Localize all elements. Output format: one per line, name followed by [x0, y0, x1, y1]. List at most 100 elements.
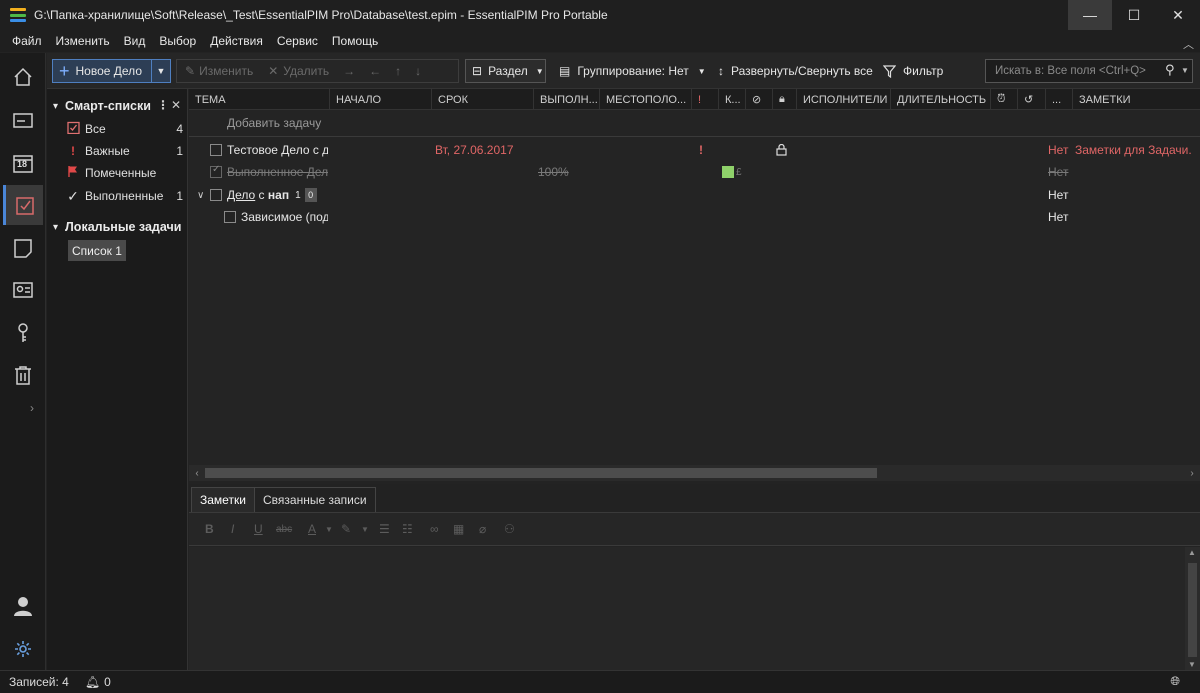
tab-notes[interactable]: Заметки — [191, 487, 255, 512]
smart-list-important[interactable]: ! Важные 1 — [65, 141, 183, 161]
link-icon[interactable]: ∞ — [430, 522, 439, 536]
smart-list-flagged[interactable]: Помеченные — [65, 163, 183, 183]
column-attachment[interactable]: ⊘ — [745, 89, 772, 110]
local-tasks-header[interactable]: ▾ Локальные задачи — [53, 217, 181, 237]
calendar-link-icon[interactable]: ▦ — [453, 522, 464, 536]
menu-tools[interactable]: Сервис — [270, 34, 325, 48]
home-icon[interactable] — [3, 57, 43, 97]
smart-list-all[interactable]: Все 4 — [65, 119, 183, 139]
column-duration[interactable]: ДЛИТЕЛЬНОСТЬ — [890, 89, 990, 110]
bullet-list-icon[interactable]: ☰ — [379, 522, 390, 536]
chevron-down-icon[interactable]: ▼ — [361, 525, 369, 534]
menu-select[interactable]: Выбор — [152, 34, 203, 48]
chevron-down-icon[interactable]: ▼ — [1181, 66, 1189, 75]
scrollbar-thumb[interactable] — [205, 468, 877, 478]
close-panel-icon[interactable]: ✕ — [171, 98, 181, 112]
edit-button[interactable]: Изменить — [199, 64, 253, 78]
vertical-scrollbar[interactable]: ▲ ▼ — [1185, 547, 1200, 670]
user-icon[interactable] — [3, 586, 43, 626]
font-color-button[interactable]: A — [308, 522, 316, 536]
column-notes[interactable]: ЗАМЕТКИ — [1072, 89, 1200, 110]
column-reminder[interactable]: ⏰︎ — [990, 89, 1017, 110]
column-recurrence[interactable]: ↺ — [1017, 89, 1045, 110]
column-start[interactable]: НАЧАЛО — [329, 89, 431, 110]
notes-icon[interactable] — [3, 228, 43, 268]
chevron-down-icon[interactable]: ▼ — [151, 60, 170, 82]
bold-button[interactable]: B — [205, 522, 214, 536]
column-due[interactable]: СРОК — [431, 89, 533, 110]
underline-button[interactable]: U — [254, 522, 263, 536]
column-category[interactable]: К... — [718, 89, 745, 110]
arrow-up-icon[interactable]: ↑ — [395, 64, 401, 78]
expand-collapse-button[interactable]: ↕ Развернуть/Свернуть все — [718, 59, 873, 83]
task-checkbox[interactable] — [210, 164, 222, 178]
tasks-icon[interactable] — [3, 185, 43, 225]
menu-file[interactable]: Файл — [5, 34, 49, 48]
column-priority[interactable]: ! — [691, 89, 718, 110]
settings-icon[interactable] — [3, 629, 43, 669]
task-checkbox[interactable] — [210, 144, 222, 156]
grouping-button[interactable]: ▤ Группирование: Нет ▼ — [559, 59, 706, 83]
bell-icon[interactable]: 🔔︎ — [85, 675, 100, 689]
section-button[interactable]: ⊟ Раздел ▼ — [465, 59, 546, 83]
tab-related-records[interactable]: Связанные записи — [254, 487, 376, 512]
menu-help[interactable]: Помощь — [325, 34, 385, 48]
column-more[interactable]: ... — [1045, 89, 1072, 110]
table-row[interactable]: ∨ Дело с нап 1 0 Нет — [189, 184, 1200, 206]
arrow-left-icon[interactable]: ← — [369, 64, 381, 78]
delete-button[interactable]: Удалить — [283, 64, 329, 78]
scrollbar-thumb[interactable] — [1188, 563, 1197, 657]
column-location[interactable]: МЕСТОПОЛО... — [599, 89, 691, 110]
contacts-icon[interactable] — [3, 270, 43, 310]
column-lock[interactable]: 🔒︎ — [772, 89, 796, 110]
column-subject[interactable]: ТЕМА — [189, 89, 329, 110]
maximize-button[interactable]: ☐ — [1112, 0, 1156, 30]
highlight-icon[interactable]: ✎ — [341, 522, 351, 536]
attachment-icon[interactable]: ⌀ — [479, 522, 486, 536]
task-list-item[interactable]: Список 1 — [68, 240, 126, 261]
arrow-down-icon[interactable]: ↓ — [415, 64, 421, 78]
chevron-down-icon[interactable]: ∨ — [197, 184, 209, 206]
italic-button[interactable]: I — [231, 522, 234, 536]
new-task-button[interactable]: + Новое Дело ▼ — [52, 59, 171, 83]
chevron-down-icon[interactable]: ▼ — [1188, 660, 1196, 669]
table-row[interactable]: Выполненное Дело 100% £ Нет — [189, 161, 1200, 183]
smart-list-completed[interactable]: ✓ Выполненные 1 — [65, 186, 183, 206]
menu-edit[interactable]: Изменить — [49, 34, 117, 48]
mention-user-icon[interactable]: ⚇ — [504, 522, 515, 536]
chevron-left-icon[interactable]: ‹ — [189, 465, 205, 481]
horizontal-scrollbar[interactable]: ‹ › — [189, 465, 1200, 481]
search-input[interactable]: Искать в: Все поля <Ctrl+Q> — [985, 59, 1193, 83]
column-completion[interactable]: ВЫПОЛН... — [533, 89, 599, 110]
menu-actions[interactable]: Действия — [203, 34, 270, 48]
calendar-icon[interactable]: 18 — [3, 143, 43, 183]
chevron-up-icon[interactable]: ︿ — [1183, 36, 1194, 52]
globe-icon[interactable]: 🌐︎ — [1170, 674, 1180, 689]
minimize-button[interactable]: — — [1068, 0, 1112, 30]
notes-editor[interactable]: ▲ ▼ — [189, 547, 1200, 670]
filter-button[interactable]: Фильтр — [883, 59, 943, 83]
close-button[interactable]: ✕ — [1156, 0, 1200, 30]
task-checkbox[interactable] — [224, 211, 236, 223]
chevron-right-icon[interactable]: › — [1184, 465, 1200, 481]
chevron-down-icon[interactable]: ▼ — [325, 525, 333, 534]
more-options-icon[interactable]: ⋮ — [157, 98, 169, 112]
add-task-input[interactable]: Добавить задачу — [227, 116, 321, 130]
smart-lists-header[interactable]: ▾ Смарт-списки — [53, 96, 151, 116]
passwords-icon[interactable] — [3, 313, 43, 353]
chevron-up-icon[interactable]: ▲ — [1188, 548, 1196, 557]
chevron-down-icon[interactable]: ▾ — [53, 222, 58, 233]
table-row[interactable]: Тестовое Дело с д Вт, 27.06.2017 ! Нет З… — [189, 139, 1200, 161]
arrow-right-icon[interactable]: → — [343, 64, 355, 78]
numbered-list-icon[interactable]: ☷ — [402, 522, 413, 536]
task-checkbox[interactable] — [210, 189, 222, 201]
table-row[interactable]: Зависимое (под Нет — [189, 206, 1200, 228]
strikethrough-button[interactable]: abc — [276, 524, 292, 535]
mail-icon[interactable] — [3, 100, 43, 140]
chevron-down-icon[interactable]: ▾ — [53, 101, 58, 112]
search-icon[interactable]: ⚲ — [1165, 62, 1175, 78]
column-assignees[interactable]: ИСПОЛНИТЕЛИ — [796, 89, 890, 110]
chevron-right-icon[interactable]: › — [30, 401, 34, 415]
menu-view[interactable]: Вид — [117, 34, 153, 48]
trash-icon[interactable] — [3, 355, 43, 395]
